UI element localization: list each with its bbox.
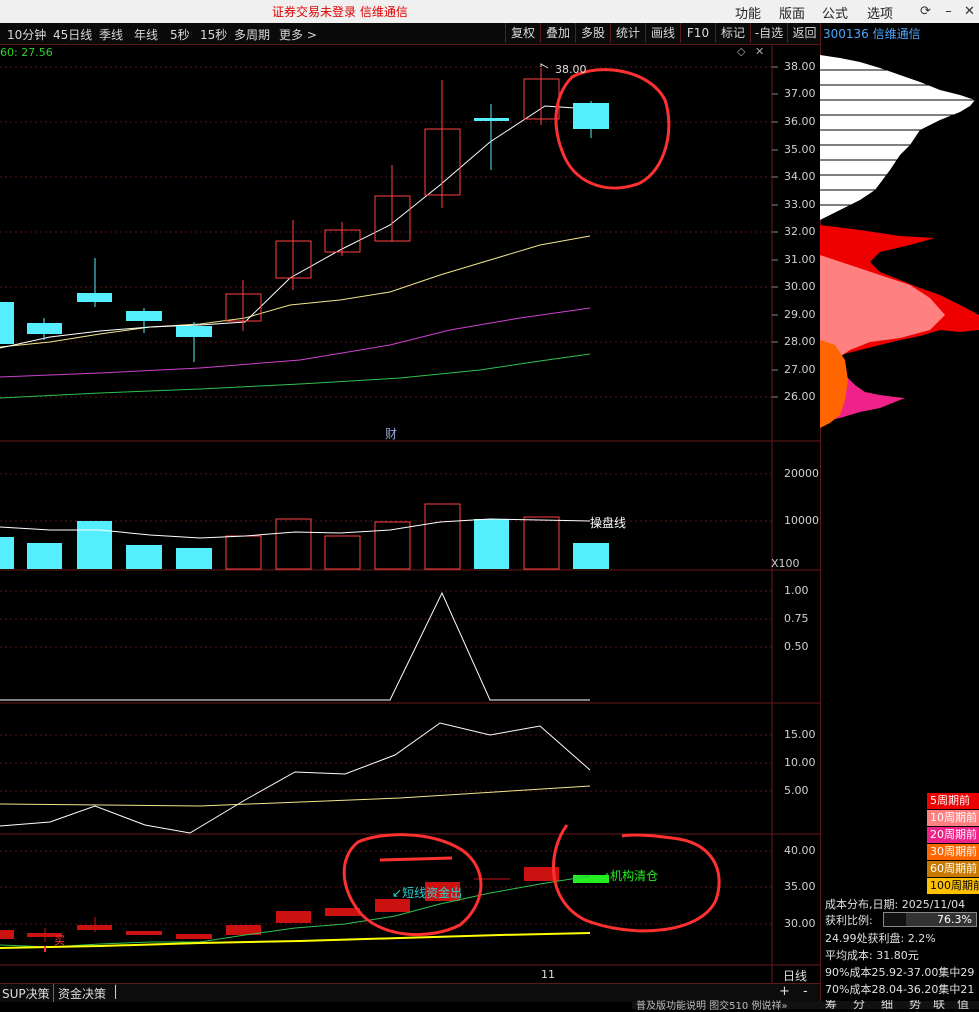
zoom-out-button[interactable]: - <box>803 984 808 999</box>
refresh-icon[interactable]: ⟳ <box>918 4 933 19</box>
close-icon[interactable]: ✕ <box>962 4 977 19</box>
menu-formula[interactable]: 公式 <box>822 3 848 22</box>
legend-20-periods: 20周期前 <box>927 827 979 843</box>
menu-options[interactable]: 选项 <box>867 3 893 22</box>
ind4-tick: 35.00 <box>784 880 816 893</box>
dist-date: 成本分布,日期: 2025/11/04 <box>825 898 966 911</box>
profit-ratio-label: 获利比例: <box>825 914 873 927</box>
volume-tick: 10000 <box>784 514 819 527</box>
kline-chart-svg <box>0 45 820 983</box>
date-label: 11 <box>541 968 555 981</box>
price-tick: 31.00 <box>784 253 816 266</box>
tab-capital-decision[interactable]: 资金决策 <box>58 985 106 1002</box>
chip-tab-detail[interactable]: 细 <box>881 1000 893 1009</box>
footer-text[interactable]: 普及版功能说明 图交510 例说祥» <box>636 997 788 1012</box>
legend-100-periods: 100周期前 <box>927 878 979 894</box>
period-label[interactable]: 日线 <box>783 967 807 984</box>
profit-ratio-bar: 76.3% <box>883 912 977 927</box>
price-tick: 35.00 <box>784 143 816 156</box>
price-tick: 32.00 <box>784 225 816 238</box>
finance-hint[interactable]: 财 <box>385 425 397 442</box>
minimize-icon[interactable]: – <box>941 4 956 19</box>
cost-90: 90%成本25.92-37.00集中29 <box>825 966 975 979</box>
ind3-tick: 15.00 <box>784 728 816 741</box>
chip-tab-minute[interactable]: 分 <box>853 1000 865 1009</box>
legend-30-periods: 30周期前 <box>927 844 979 860</box>
price-tick: 36.00 <box>784 115 816 128</box>
ind3-tick: 10.00 <box>784 756 816 769</box>
volume-tick: 20000 <box>784 467 819 480</box>
legend-60-periods: 60周期前 <box>927 861 979 877</box>
legend-10-periods: 10周期前 <box>927 810 979 826</box>
legend-5-periods: 5周期前 <box>927 793 979 809</box>
high-price-marker: 38.00 <box>555 63 587 76</box>
short-fund-out-label: ↙短线资金出 <box>392 886 463 900</box>
cost-70: 70%成本28.04-36.20集中21 <box>825 983 975 996</box>
price-tick: 28.00 <box>784 335 816 348</box>
ind3-tick: 5.00 <box>784 784 809 797</box>
ind2-tick: 0.50 <box>784 640 809 653</box>
buy-label: 买 <box>54 934 65 947</box>
price-tick: 38.00 <box>784 60 816 73</box>
price-tick: 37.00 <box>784 87 816 100</box>
profit-ratio-value: 76.3% <box>937 913 972 926</box>
ind2-tick: 1.00 <box>784 584 809 597</box>
chip-tab-value[interactable]: 值 <box>957 1000 969 1009</box>
chip-distribution-svg <box>820 55 979 428</box>
chip-tab-chip[interactable]: 筹 <box>825 1000 837 1009</box>
avg-cost: 平均成本: 31.80元 <box>825 949 919 962</box>
price-tick: 27.00 <box>784 363 816 376</box>
tab-divider <box>53 984 54 1002</box>
profit-at-price: 24.99处获利盘: 2.2% <box>825 932 936 945</box>
volume-line-label: 操盘线 <box>590 516 627 530</box>
chip-tab-link[interactable]: 联 <box>933 1000 945 1009</box>
tab-sup-decision[interactable]: SUP决策 <box>2 985 50 1002</box>
price-tick: 29.00 <box>784 308 816 321</box>
price-tick: 33.00 <box>784 198 816 211</box>
chip-tabs: 筹 分 细 势 联 值 <box>825 1000 979 1009</box>
capital-flow-bars <box>0 867 609 942</box>
price-tick: 26.00 <box>784 390 816 403</box>
chip-tab-trend[interactable]: 势 <box>909 1000 921 1009</box>
volume-unit: X100 <box>771 557 800 570</box>
ind4-tick: 30.00 <box>784 917 816 930</box>
tab-divider-2: │ <box>112 985 120 999</box>
inst-clear-label: ↙机构清仓 <box>600 869 659 883</box>
ind4-tick: 40.00 <box>784 844 816 857</box>
ind2-tick: 0.75 <box>784 612 809 625</box>
price-tick: 34.00 <box>784 170 816 183</box>
price-tick: 30.00 <box>784 280 816 293</box>
